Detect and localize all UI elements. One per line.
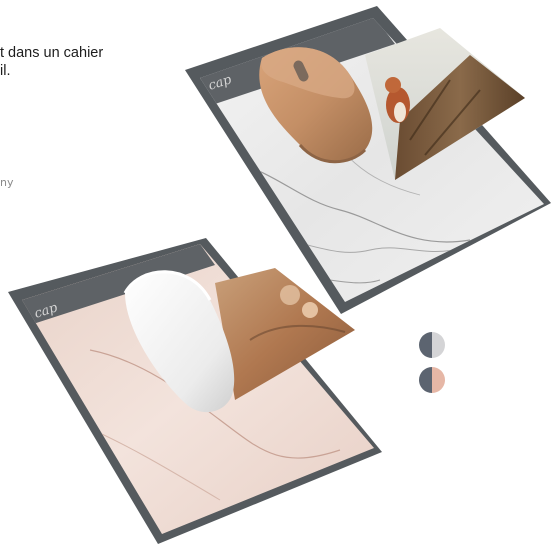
swatch-grey-pink[interactable] (419, 367, 445, 393)
swatch-grey-white[interactable] (419, 332, 445, 358)
swatch-grey-white-right (432, 332, 445, 358)
swatch-grey-pink-left (419, 367, 432, 393)
swatch-grey-white-left (419, 332, 432, 358)
product-marble-grey-mousepad: cap (185, 6, 551, 314)
product-scene: cap cap (8, 6, 551, 544)
swatch-grey-pink-right (432, 367, 445, 393)
